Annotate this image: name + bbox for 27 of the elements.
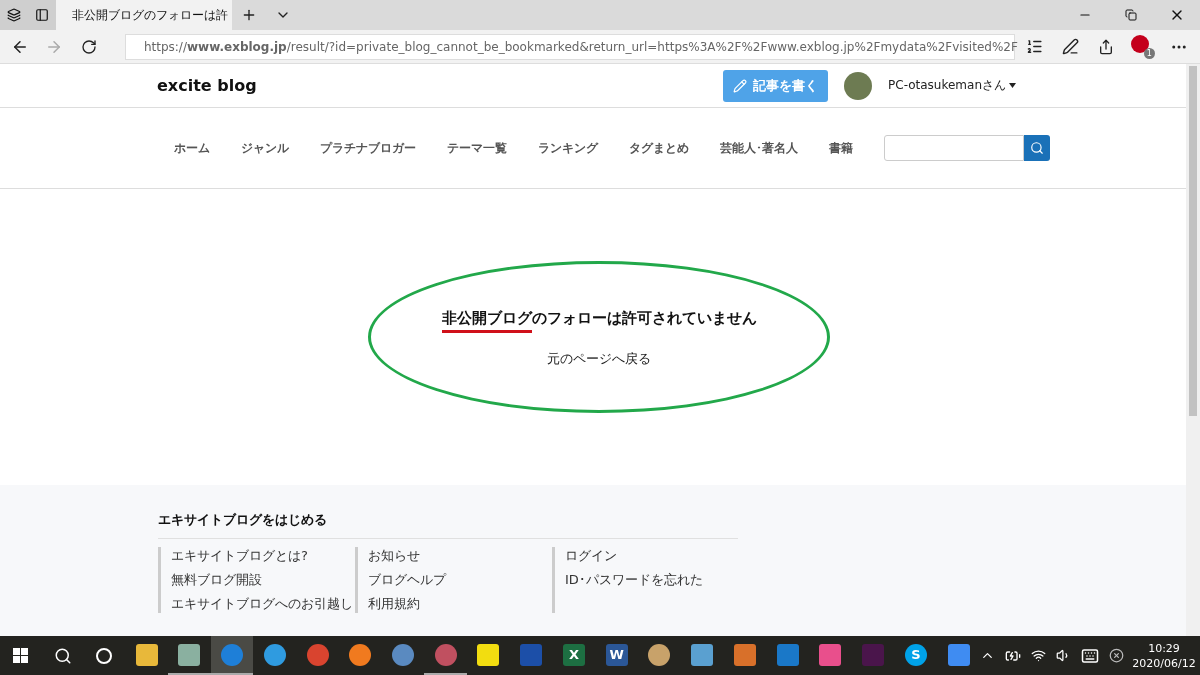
footer-link[interactable]: お知らせ <box>368 547 552 565</box>
footer-link[interactable]: 利用規約 <box>368 595 552 613</box>
footer-link[interactable]: エキサイトブログとは? <box>171 547 355 565</box>
nav-link[interactable]: ランキング <box>538 139 598 157</box>
nav-link[interactable]: 芸能人･著名人 <box>720 139 798 157</box>
back-link[interactable]: 元のページへ戻る <box>547 349 651 368</box>
nav-link[interactable]: タグまとめ <box>629 139 689 157</box>
message-title: 非公開ブログのフォローは許可されていません <box>441 306 757 334</box>
footer-link[interactable]: 無料ブログ開設 <box>171 571 355 589</box>
site-logo[interactable]: excite blog <box>157 76 257 95</box>
tab-title: 非公開ブログのフォローは許 <box>72 6 228 24</box>
user-menu[interactable]: PC-otasukemanさん <box>888 77 1016 94</box>
nav-link[interactable]: テーマ一覧 <box>447 139 507 157</box>
app-icon[interactable]: X <box>562 643 585 666</box>
app-icon[interactable]: W <box>605 643 628 666</box>
footer-link[interactable]: ID･パスワードを忘れた <box>565 571 749 589</box>
nav-link[interactable]: ホーム <box>174 139 210 157</box>
footer-heading: エキサイトブログをはじめる <box>158 511 738 539</box>
browser-tab[interactable]: 非公開ブログのフォローは許 <box>56 0 232 30</box>
footer-link[interactable]: ログイン <box>565 547 749 565</box>
footer-link[interactable]: エキサイトブログへのお引越し <box>171 595 355 613</box>
footer-link[interactable]: ブログヘルプ <box>368 571 552 589</box>
clock[interactable]: 10:29 2020/06/12 <box>1134 640 1194 671</box>
nav-link[interactable]: 書籍 <box>829 139 853 157</box>
nav-link[interactable]: ジャンル <box>241 139 289 157</box>
nav-link[interactable]: プラチナブロガー <box>320 139 416 157</box>
adblock-count: 1 <box>1143 47 1155 59</box>
